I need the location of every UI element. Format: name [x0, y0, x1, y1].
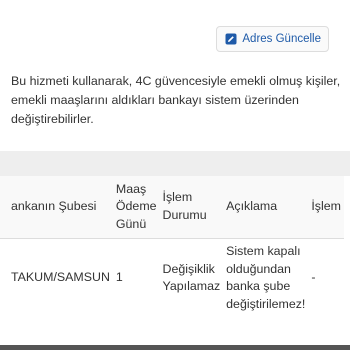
header-status: İşlem Durumu: [159, 176, 224, 239]
service-description: Bu hizmeti kullanarak, 4C güvencesiyle e…: [11, 74, 341, 126]
toolbar: Adres Güncelle: [216, 26, 329, 52]
header-description: Açıklama: [223, 176, 309, 239]
page: Adres Güncelle Bu hizmeti kullanarak, 4C…: [0, 0, 350, 350]
cell-status: Değişiklik Yapılamaz: [159, 238, 224, 318]
table-row: TAKUM/SAMSUN 1 Değişiklik Yapılamaz Sist…: [0, 238, 344, 318]
cell-action: -: [308, 238, 344, 318]
cell-payment-day: 1: [112, 238, 160, 318]
header-branch: ankanın Şubesi: [0, 176, 113, 239]
bottom-scrollbar[interactable]: [0, 345, 350, 350]
update-address-label: Adres Güncelle: [242, 33, 321, 45]
edit-icon: [225, 33, 237, 45]
header-action: İşlem: [308, 176, 344, 239]
pension-bank-table-wrapper: ankanın Şubesi Maaş Ödeme Günü İşlem Dur…: [0, 151, 350, 318]
cell-branch: TAKUM/SAMSUN: [0, 238, 113, 318]
table-header-band: [0, 151, 350, 176]
header-payment-day: Maaş Ödeme Günü: [112, 176, 160, 239]
pension-bank-table: ankanın Şubesi Maaş Ödeme Günü İşlem Dur…: [0, 176, 344, 318]
update-address-button[interactable]: Adres Güncelle: [216, 26, 329, 52]
cell-description: Sistem kapalı olduğundan banka şube deği…: [223, 238, 309, 318]
table-header-row: ankanın Şubesi Maaş Ödeme Günü İşlem Dur…: [0, 176, 344, 239]
